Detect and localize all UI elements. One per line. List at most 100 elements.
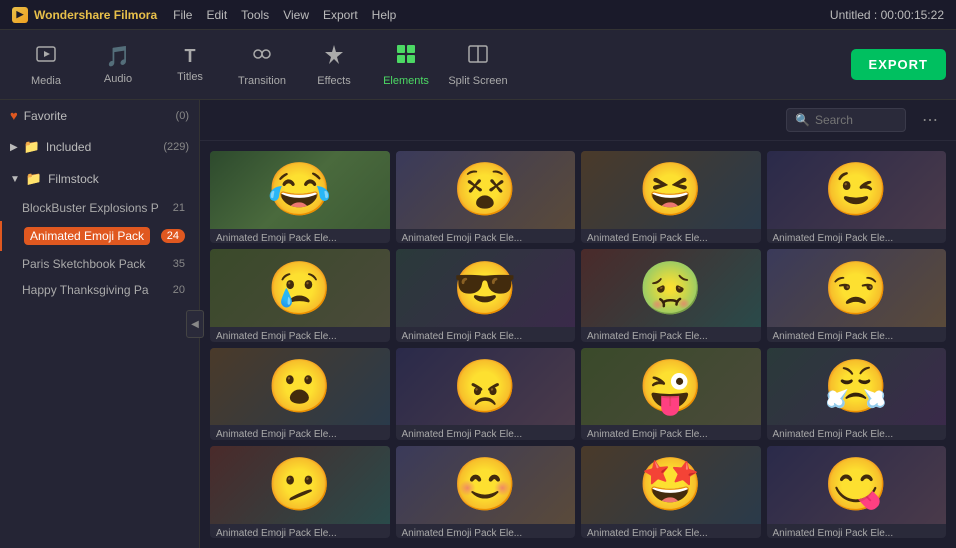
included-count: (229) [163, 141, 189, 153]
grid-item-label-0: Animated Emoji Pack Ele... [210, 229, 390, 243]
chevron-down-icon: ▼ [10, 174, 20, 185]
menu-tools[interactable]: Tools [241, 8, 269, 22]
toolbar-media-label: Media [31, 75, 61, 87]
export-button[interactable]: EXPORT [851, 49, 946, 80]
included-left: ▶ 📁 Included [10, 139, 91, 155]
toolbar-item-splitscreen[interactable]: Split Screen [442, 35, 514, 95]
grid-item-0[interactable]: 😂 Animated Emoji Pack Ele... [210, 151, 390, 243]
heart-icon: ♥ [10, 108, 18, 123]
blockbuster-count: 21 [173, 202, 185, 214]
emoji-3: 😉 [824, 159, 889, 220]
toolbar-item-effects[interactable]: Effects [298, 35, 370, 95]
titles-icon: T [185, 46, 196, 67]
sidebar-filmstock[interactable]: ▼ 📁 Filmstock [0, 163, 199, 195]
grid-item-label-14: Animated Emoji Pack Ele... [581, 524, 761, 538]
toolbar-item-media[interactable]: Media [10, 35, 82, 95]
grid-item-label-13: Animated Emoji Pack Ele... [396, 524, 576, 538]
emoji-5: 😎 [453, 258, 518, 319]
grid-item-label-12: Animated Emoji Pack Ele... [210, 524, 390, 538]
toolbar: Media 🎵 Audio T Titles Transition Effect… [0, 30, 956, 100]
grid-item-2[interactable]: 😆 Animated Emoji Pack Ele... [581, 151, 761, 243]
animated-emoji-count: 24 [161, 229, 185, 243]
grid-item-15[interactable]: 😋 Animated Emoji Pack Ele... [767, 446, 947, 538]
toolbar-audio-label: Audio [104, 73, 132, 85]
grid-item-label-7: Animated Emoji Pack Ele... [767, 327, 947, 341]
grid-item-8[interactable]: 😮 Animated Emoji Pack Ele... [210, 348, 390, 440]
toolbar-transition-label: Transition [238, 75, 286, 87]
menu-edit[interactable]: Edit [206, 8, 227, 22]
app-logo: ▶ Wondershare Filmora [12, 7, 157, 23]
media-icon [35, 43, 57, 71]
grid-item-13[interactable]: 😊Animated Emoji Pack Ele... [396, 446, 576, 538]
grid-item-label-9: Animated Emoji Pack Ele... [396, 425, 576, 439]
emoji-8: 😮 [267, 356, 332, 417]
grid-item-9[interactable]: 😠Animated Emoji Pack Ele... [396, 348, 576, 440]
grid-item-label-8: Animated Emoji Pack Ele... [210, 425, 390, 439]
sidebar-collapse-button[interactable]: ◀ [186, 310, 204, 338]
grid-item-12[interactable]: 🫤 Animated Emoji Pack Ele... [210, 446, 390, 538]
grid-item-5[interactable]: 😎Animated Emoji Pack Ele... [396, 249, 576, 341]
toolbar-elements-label: Elements [383, 75, 429, 87]
menu-help[interactable]: Help [372, 8, 397, 22]
grid-item-11[interactable]: 😤Animated Emoji Pack Ele... [767, 348, 947, 440]
emoji-2: 😆 [638, 159, 703, 220]
grid-item-14[interactable]: 🤩 Animated Emoji Pack Ele... [581, 446, 761, 538]
toolbar-splitscreen-label: Split Screen [448, 75, 507, 87]
menu-view[interactable]: View [283, 8, 309, 22]
toolbar-item-elements[interactable]: Elements [370, 35, 442, 95]
grid-item-6[interactable]: 🤢 Animated Emoji Pack Ele... [581, 249, 761, 341]
toolbar-item-titles[interactable]: T Titles [154, 35, 226, 95]
sidebar-item-thanksgiving[interactable]: Happy Thanksgiving Pa 20 [0, 277, 199, 303]
content-area: ◀ 🔍 ⋯ 😂Animated Emoji Pack Ele...😵Animat… [200, 100, 956, 548]
included-label: Included [46, 140, 91, 154]
audio-icon: 🎵 [106, 44, 131, 69]
app-name: Wondershare Filmora [34, 8, 157, 22]
menu-export[interactable]: Export [323, 8, 358, 22]
grid-item-1[interactable]: 😵Animated Emoji Pack Ele... [396, 151, 576, 243]
favorite-label: Favorite [24, 109, 67, 123]
emoji-15: 😋 [824, 454, 889, 515]
paris-count: 35 [173, 258, 185, 270]
sidebar-item-blockbuster[interactable]: BlockBuster Explosions P 21 [0, 195, 199, 221]
emoji-14: 🤩 [638, 454, 703, 515]
filmstock-label: Filmstock [48, 172, 99, 186]
toolbar-titles-label: Titles [177, 71, 203, 83]
sidebar: ♥ Favorite (0) ▶ 📁 Included (229) ▼ 📁 Fi… [0, 100, 200, 548]
toolbar-item-transition[interactable]: Transition [226, 35, 298, 95]
sidebar-included[interactable]: ▶ 📁 Included (229) [0, 131, 199, 163]
search-icon: 🔍 [795, 113, 810, 127]
grid-item-10[interactable]: 😜Animated Emoji Pack Ele... [581, 348, 761, 440]
emoji-0: 😂 [267, 159, 332, 220]
filmstock-left: ▼ 📁 Filmstock [10, 171, 99, 187]
filmstock-folder-icon: 📁 [26, 171, 42, 187]
search-input[interactable] [815, 113, 905, 127]
favorite-left: ♥ Favorite [10, 108, 67, 123]
toolbar-effects-label: Effects [317, 75, 350, 87]
emoji-11: 😤 [824, 356, 889, 417]
grid-view-button[interactable]: ⋯ [916, 108, 944, 132]
grid-item-label-2: Animated Emoji Pack Ele... [581, 229, 761, 243]
titlebar: ▶ Wondershare Filmora File Edit Tools Vi… [0, 0, 956, 30]
emoji-12: 🫤 [267, 454, 332, 515]
splitscreen-icon [467, 43, 489, 71]
menu-file[interactable]: File [173, 8, 192, 22]
sidebar-item-animated-emoji[interactable]: Animated Emoji Pack 24 [0, 221, 199, 251]
search-bar: 🔍 ⋯ [200, 100, 956, 141]
animated-emoji-label: Animated Emoji Pack [24, 227, 150, 245]
app-logo-icon: ▶ [12, 7, 28, 23]
emoji-7: 😒 [824, 258, 889, 319]
grid-item-label-1: Animated Emoji Pack Ele... [396, 229, 576, 243]
emoji-4: 😢 [267, 258, 332, 319]
toolbar-item-audio[interactable]: 🎵 Audio [82, 35, 154, 95]
sidebar-favorite[interactable]: ♥ Favorite (0) [0, 100, 199, 131]
sidebar-item-paris[interactable]: Paris Sketchbook Pack 35 [0, 251, 199, 277]
grid-item-7[interactable]: 😒 Animated Emoji Pack Ele... [767, 249, 947, 341]
grid-item-label-15: Animated Emoji Pack Ele... [767, 524, 947, 538]
thanksgiving-count: 20 [173, 284, 185, 296]
grid-item-4[interactable]: 😢Animated Emoji Pack Ele... [210, 249, 390, 341]
grid-item-3[interactable]: 😉Animated Emoji Pack Ele... [767, 151, 947, 243]
main-area: ♥ Favorite (0) ▶ 📁 Included (229) ▼ 📁 Fi… [0, 100, 956, 548]
emoji-10: 😜 [638, 356, 703, 417]
emoji-6: 🤢 [638, 258, 703, 319]
grid-item-label-6: Animated Emoji Pack Ele... [581, 327, 761, 341]
